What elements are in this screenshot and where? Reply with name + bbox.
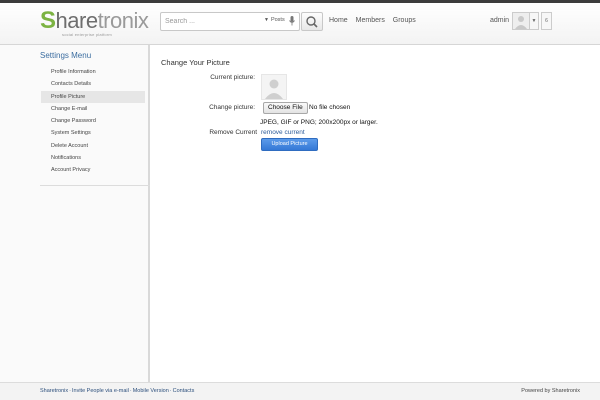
caret-down-icon: ▼ — [264, 17, 269, 23]
footer-link-sharetronix[interactable]: Sharetronix — [40, 388, 68, 394]
file-status: No file chosen — [309, 104, 351, 111]
footer-separator: · — [129, 388, 132, 394]
search-button[interactable] — [301, 12, 323, 31]
search-scope-label: Posts — [270, 17, 285, 23]
logo-tagline: social enterprise platform — [62, 32, 112, 37]
user-menu-dropdown[interactable]: ▼ — [529, 12, 539, 30]
header: Sharetronix social enterprise platform — [0, 3, 600, 45]
footer-link-mobile[interactable]: Mobile Version — [133, 388, 169, 394]
upload-picture-button[interactable]: Upload Picture — [261, 138, 318, 151]
remove-current-label: Remove Current — [209, 129, 257, 136]
sidebar: Settings Menu Profile Information Contac… — [0, 45, 150, 382]
nav-members[interactable]: Members — [356, 17, 385, 24]
sidebar-item-account-privacy[interactable]: Account Privacy — [41, 164, 145, 176]
sidebar-item-profile-picture[interactable]: Profile Picture — [41, 90, 145, 103]
sidebar-item-delete-account[interactable]: Delete Account — [41, 140, 145, 152]
footer-links: Sharetronix·Invite People via e-mail·Mob… — [40, 388, 194, 394]
change-picture-label: Change picture: — [209, 104, 255, 111]
search-input[interactable] — [165, 15, 255, 28]
current-picture-label: Current picture: — [210, 74, 255, 81]
sidebar-item-profile-information[interactable]: Profile Information — [41, 66, 145, 78]
file-format-hint: JPEG, GIF or PNG; 200x200px or larger. — [260, 119, 378, 126]
sidebar-item-notifications[interactable]: Notifications — [41, 152, 145, 164]
nav-groups[interactable]: Groups — [393, 17, 416, 24]
main-content: Change Your Picture Current picture: Cha… — [150, 45, 600, 382]
logo-wordmark: Sharetronix — [40, 7, 149, 34]
settings-menu: Profile Information Contacts Details Pro… — [41, 66, 145, 177]
search-icon — [306, 16, 318, 28]
search-scope-dropdown[interactable]: ▼ Posts — [264, 17, 285, 23]
remove-current-link[interactable]: remove current — [261, 129, 305, 136]
main-nav: Home Members Groups — [329, 17, 422, 24]
choose-file-button[interactable]: Choose File — [263, 102, 308, 114]
divider — [40, 185, 150, 186]
sidebar-item-system-settings[interactable]: System Settings — [41, 127, 145, 139]
user-avatar[interactable] — [512, 12, 530, 30]
user-name[interactable]: admin — [490, 17, 509, 24]
footer-link-invite[interactable]: Invite People via e-mail — [72, 388, 129, 394]
footer-link-contacts[interactable]: Contacts — [173, 388, 195, 394]
footer-separator: · — [69, 388, 71, 394]
microphone-icon[interactable] — [288, 15, 296, 27]
sidebar-item-contacts-details[interactable]: Contacts Details — [41, 78, 145, 90]
footer-separator: · — [169, 388, 172, 394]
sharetronix-logo[interactable]: Sharetronix social enterprise platform — [40, 9, 150, 39]
powered-by: Powered by Sharetronix — [521, 388, 580, 394]
sidebar-item-change-password[interactable]: Change Password — [41, 115, 145, 127]
nav-home[interactable]: Home — [329, 17, 348, 24]
notifications-count[interactable]: 6 — [541, 12, 552, 30]
footer: Sharetronix·Invite People via e-mail·Mob… — [0, 382, 600, 400]
caret-down-icon: ▼ — [531, 18, 537, 24]
avatar-icon — [515, 16, 527, 29]
current-picture — [261, 74, 287, 100]
avatar-placeholder-icon — [265, 79, 283, 99]
sidebar-item-change-email[interactable]: Change E-mail — [41, 103, 145, 115]
page-title: Change Your Picture — [161, 58, 230, 67]
sidebar-title: Settings Menu — [40, 51, 92, 60]
